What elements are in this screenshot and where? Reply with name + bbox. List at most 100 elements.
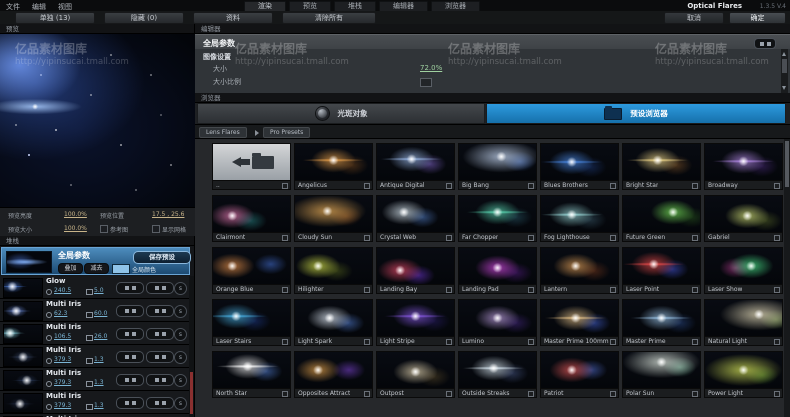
preset-thumbnail[interactable]	[376, 247, 455, 285]
preset-item[interactable]: Patriot	[540, 351, 619, 398]
preset-info-badge[interactable]	[528, 287, 534, 293]
preset-info-badge[interactable]	[282, 287, 288, 293]
preset-item[interactable]: Outside Streaks	[458, 351, 537, 398]
editor-scrollbar-thumb[interactable]	[782, 59, 787, 73]
stack-item-toggle-a[interactable]	[116, 328, 144, 340]
preset-item[interactable]: Natural Light	[704, 299, 783, 346]
preset-info-badge[interactable]	[774, 339, 780, 345]
stack-item-scale[interactable]: 1.3	[94, 379, 104, 386]
ok-button[interactable]: 确定	[729, 12, 786, 24]
preset-item[interactable]: Fog Lighthouse	[540, 195, 619, 242]
preset-thumbnail[interactable]	[294, 195, 373, 233]
stack-scrollbar-thumb[interactable]	[190, 372, 193, 414]
preset-item[interactable]: Blues Brothers	[540, 143, 619, 190]
show-grid-checkbox[interactable]	[152, 225, 160, 233]
preset-item[interactable]: Light Spark	[294, 299, 373, 346]
stack-item-row[interactable]: Multi Iris 106.5 26.0 s	[0, 322, 189, 345]
size-param-value[interactable]: 72.0%	[420, 64, 442, 72]
preset-item[interactable]: Opposites Attract	[294, 351, 373, 398]
stack-item-brightness[interactable]: 379.3	[54, 356, 71, 363]
preset-thumbnail[interactable]	[376, 299, 455, 337]
preset-info-badge[interactable]	[692, 183, 698, 189]
preset-item[interactable]: Light Stripe	[376, 299, 455, 346]
stack-item-toggle-b[interactable]	[146, 282, 174, 294]
preset-info-badge[interactable]	[364, 391, 370, 397]
preset-info-badge[interactable]	[446, 391, 452, 397]
preset-info-badge[interactable]	[610, 339, 616, 345]
stack-scrollbar[interactable]	[189, 276, 194, 417]
stack-item-row[interactable]: Multi Iris 379.3 1.3 s	[0, 368, 189, 391]
preset-item[interactable]: Laser Point	[622, 247, 701, 294]
preset-thumbnail[interactable]	[212, 143, 291, 181]
preset-item[interactable]: Broadway	[704, 143, 783, 190]
preset-info-badge[interactable]	[528, 391, 534, 397]
stack-item-brightness[interactable]: 379.3	[54, 379, 71, 386]
preset-thumbnail[interactable]	[294, 143, 373, 181]
section-options-button[interactable]	[754, 38, 776, 49]
global-parameters-row[interactable]: 全局参数 叠加 减去 全局颜色 保存预设	[1, 247, 190, 275]
stack-item-toggle-b[interactable]	[146, 328, 174, 340]
preset-item[interactable]: Landing Pad	[458, 247, 537, 294]
preset-item[interactable]: Master Prime	[622, 299, 701, 346]
stack-item-brightness[interactable]: 379.3	[54, 402, 71, 409]
preset-thumbnail[interactable]	[376, 351, 455, 389]
preset-thumbnail[interactable]	[376, 143, 455, 181]
aspect-param-field[interactable]	[420, 78, 432, 87]
preset-thumbnail[interactable]	[540, 299, 619, 337]
preset-thumbnail[interactable]	[376, 195, 455, 233]
stack-item-scale[interactable]: 60.0	[94, 310, 107, 317]
preset-thumbnail[interactable]	[622, 247, 701, 285]
stack-item-row[interactable]: Multi Iris 62.3 60.0 s	[0, 299, 189, 322]
preset-info-badge[interactable]	[610, 391, 616, 397]
global-tint-swatch[interactable]	[112, 264, 130, 274]
preset-info-badge[interactable]	[282, 339, 288, 345]
preset-info-badge[interactable]	[446, 235, 452, 241]
preset-item[interactable]: Polar Sun	[622, 351, 701, 398]
preset-thumbnail[interactable]	[704, 143, 783, 181]
stack-item-scale[interactable]: 26.0	[94, 333, 107, 340]
preset-item[interactable]: Antique Digital	[376, 143, 455, 190]
preset-info-badge[interactable]	[528, 339, 534, 345]
flare-preview-viewport[interactable]	[0, 34, 195, 207]
blend-subtract-toggle[interactable]: 减去	[84, 263, 109, 274]
preview-position-value[interactable]: 17.5 , 25.6	[152, 211, 184, 218]
browser-scrollbar[interactable]	[784, 139, 790, 417]
preset-item[interactable]: Cloudy Sun	[294, 195, 373, 242]
stack-item-solo-button[interactable]: s	[174, 397, 187, 410]
preset-item[interactable]: Outpost	[376, 351, 455, 398]
preset-info-badge[interactable]	[774, 391, 780, 397]
stack-item-scale[interactable]: 1.3	[94, 356, 104, 363]
stack-item-solo-button[interactable]: s	[174, 282, 187, 295]
stack-item-toggle-b[interactable]	[146, 305, 174, 317]
preset-info-badge[interactable]	[692, 235, 698, 241]
preset-item[interactable]: Big Bang	[458, 143, 537, 190]
preset-info-badge[interactable]	[282, 235, 288, 241]
preset-item[interactable]: Power Light	[704, 351, 783, 398]
preset-item[interactable]: Hilighter	[294, 247, 373, 294]
preset-thumbnail[interactable]	[458, 143, 537, 181]
stack-item-scale[interactable]: 5.0	[94, 287, 104, 294]
preset-item[interactable]: Orange Blue	[212, 247, 291, 294]
preset-thumbnail[interactable]	[540, 351, 619, 389]
stack-item-toggle-b[interactable]	[146, 374, 174, 386]
scroll-down-icon[interactable]	[782, 86, 786, 90]
stack-item-scale[interactable]: 1.3	[94, 402, 104, 409]
preset-info-badge[interactable]	[282, 183, 288, 189]
preset-info-badge[interactable]	[364, 339, 370, 345]
preview-brightness-value[interactable]: 100.0%	[64, 211, 87, 218]
preset-item[interactable]: Crystal Web	[376, 195, 455, 242]
preset-item[interactable]: North Star	[212, 351, 291, 398]
preset-info-badge[interactable]	[610, 235, 616, 241]
stack-item-brightness[interactable]: 62.3	[54, 310, 67, 317]
stack-item-toggle-a[interactable]	[116, 351, 144, 363]
preset-thumbnail[interactable]	[704, 299, 783, 337]
preset-info-badge[interactable]	[692, 287, 698, 293]
stack-item-solo-button[interactable]: s	[174, 374, 187, 387]
preset-thumbnail[interactable]	[294, 351, 373, 389]
clear-all-button[interactable]: 清除所有	[282, 12, 376, 24]
preset-info-badge[interactable]	[528, 235, 534, 241]
preset-thumbnail[interactable]	[704, 195, 783, 233]
preset-thumbnail[interactable]	[458, 195, 537, 233]
stack-item-solo-button[interactable]: s	[174, 305, 187, 318]
stack-item-solo-button[interactable]: s	[174, 328, 187, 341]
